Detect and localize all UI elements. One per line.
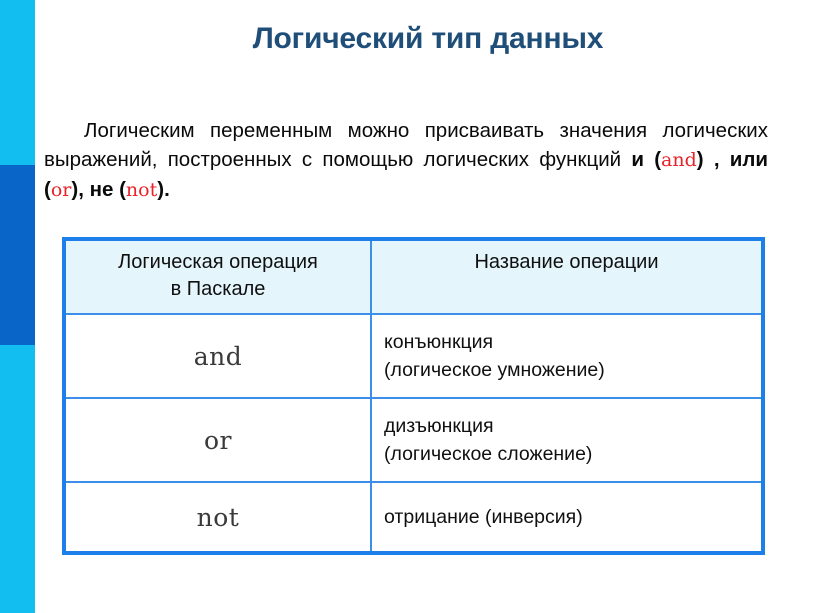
table-row: not отрицание (инверсия) — [63, 481, 764, 554]
operator-word-not-ru: не — [89, 178, 114, 201]
stripe-gap — [35, 0, 40, 613]
keyword-and: and — [661, 149, 697, 171]
cell-name-not: отрицание (инверсия) — [370, 481, 764, 554]
separator-2: , — [78, 178, 90, 201]
cell-name-and-line2: (логическое умножение) — [384, 359, 605, 381]
cell-name-and-line1: конъюнкция — [384, 331, 494, 353]
paren-open-3: ( — [119, 178, 126, 201]
cell-name-or: дизъюнкция (логическое сложение) — [370, 397, 764, 483]
operator-word-or-ru: или — [729, 148, 768, 171]
table-row: and конъюнкция (логическое умножение) — [63, 313, 764, 399]
table-header-row: Логическая операция в Паскале Название о… — [63, 238, 764, 315]
cell-operation-and: and — [63, 313, 372, 399]
keyword-not: not — [125, 179, 158, 201]
cell-name-or-line2: (логическое сложение) — [384, 443, 593, 465]
header-operation-line2: в Паскале — [170, 278, 266, 300]
left-accent-stripe-blue — [0, 165, 35, 345]
paren-close-1: ) — [696, 148, 704, 171]
header-operation-line1: Логическая операция — [118, 251, 318, 273]
header-name: Название операции — [370, 238, 764, 315]
paragraph-period: . — [164, 178, 170, 201]
cell-operation-not: not — [63, 481, 372, 554]
paren-open-1: ( — [654, 148, 662, 171]
table-row: or дизъюнкция (логическое сложение) — [63, 397, 764, 483]
paren-open-2: ( — [44, 178, 51, 201]
logical-operations-table: Логическая операция в Паскале Название о… — [62, 237, 765, 555]
keyword-or: or — [50, 179, 72, 201]
intro-paragraph: Логическим переменным можно присваивать … — [44, 116, 768, 205]
cell-name-not-line1: отрицание (инверсия) — [384, 506, 583, 528]
cell-name-or-line1: дизъюнкция — [384, 415, 494, 437]
operator-word-and-ru: и — [631, 148, 644, 171]
separator-1: , — [703, 148, 730, 171]
header-operation: Логическая операция в Паскале — [63, 238, 372, 315]
page-title: Логический тип данных — [252, 22, 604, 55]
cell-name-and: конъюнкция (логическое умножение) — [370, 313, 764, 399]
cell-operation-or: or — [63, 397, 372, 483]
